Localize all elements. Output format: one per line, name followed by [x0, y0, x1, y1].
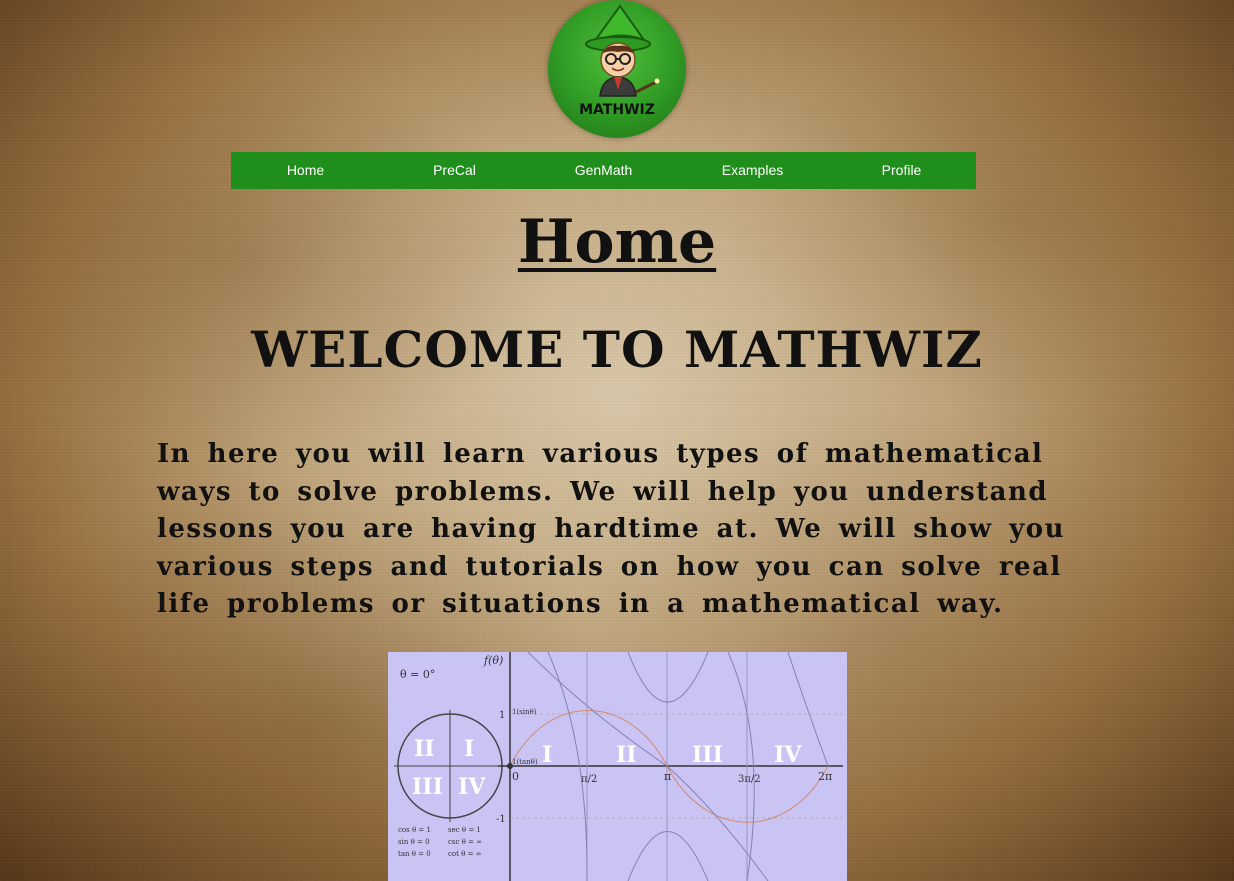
legend-tan: tan θ = 0 [398, 850, 431, 858]
legend-csc: csc θ = ∞ [448, 838, 482, 846]
axis-quadrant-iii: III [692, 742, 723, 768]
circle-quadrant-iv: IV [458, 774, 486, 800]
main-nav: Home PreCal GenMath Examples Profile [231, 152, 976, 189]
nav-item-examples[interactable]: Examples [678, 152, 827, 189]
welcome-heading: WELCOME TO MATHWIZ [251, 320, 983, 379]
x-tick-pi-half: π/2 [581, 774, 597, 785]
trig-graph-drawing: θ = 0° f(θ) II I III IV I II III IV 0 π/… [394, 652, 843, 881]
circle-quadrant-ii: II [414, 736, 435, 762]
y-tick-1: 1 [499, 710, 505, 721]
circle-quadrant-iii: III [412, 774, 443, 800]
page-title: Home [0, 205, 1234, 279]
x-tick-three-pi-half: 3π/2 [738, 774, 761, 785]
y-tick-neg-1: -1 [496, 814, 506, 825]
legend-sin: sin θ = 0 [398, 838, 430, 846]
nav-item-genmath[interactable]: GenMath [529, 152, 678, 189]
legend-cos: cos θ = 1 [398, 826, 431, 834]
f-label: f(θ) [483, 654, 503, 667]
small-label-sin: 1(sinθ) [512, 708, 537, 716]
small-label-tan: 1(tanθ) [512, 758, 538, 766]
logo-text: MATHWIZ [579, 102, 655, 118]
x-tick-two-pi: 2π [818, 770, 832, 783]
legend-cot: cot θ = ∞ [448, 850, 482, 858]
x-tick-0: 0 [512, 770, 519, 783]
mathwiz-logo[interactable]: MATHWIZ [548, 0, 686, 138]
axis-quadrant-ii: II [616, 742, 637, 768]
unit-circle-graph-image: θ = 0° f(θ) II I III IV I II III IV 0 π/… [388, 652, 847, 881]
page-title-text: Home [517, 207, 717, 277]
circle-quadrant-i: I [464, 736, 474, 762]
nav-item-precal[interactable]: PreCal [380, 152, 529, 189]
legend-sec: sec θ = 1 [448, 826, 481, 834]
nav-item-profile[interactable]: Profile [827, 152, 976, 189]
x-tick-pi: π [664, 770, 671, 783]
axis-quadrant-iv: IV [774, 742, 802, 768]
intro-paragraph: In here you will learn various types of … [157, 439, 1066, 619]
theta-label: θ = 0° [400, 668, 435, 681]
axis-quadrant-i: I [542, 742, 552, 768]
nav-item-home[interactable]: Home [231, 152, 380, 189]
